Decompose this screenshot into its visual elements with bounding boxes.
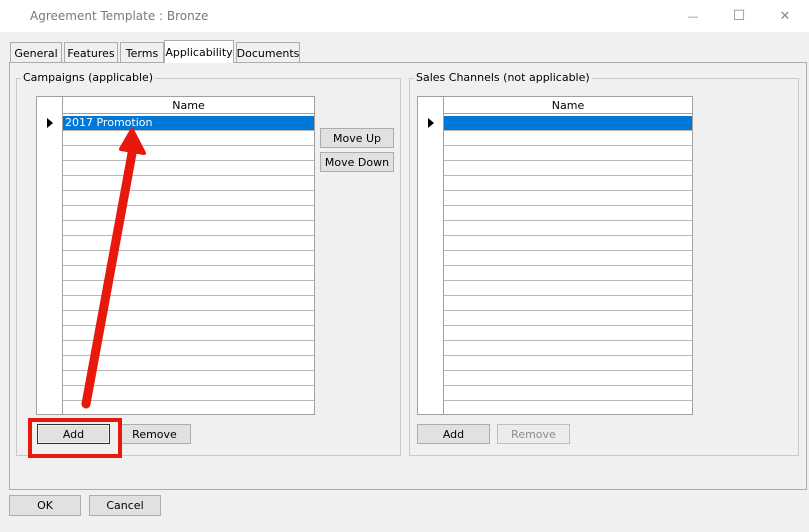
close-icon: ✕ <box>779 8 791 24</box>
sales-channels-table-row[interactable] <box>444 386 692 401</box>
campaigns-table-row[interactable] <box>63 401 314 414</box>
campaigns-table-row[interactable] <box>63 386 314 401</box>
tab-features[interactable]: Features <box>64 42 118 63</box>
campaigns-table-row[interactable] <box>63 251 314 266</box>
campaigns-table-row[interactable] <box>63 266 314 281</box>
move-up-button[interactable]: Move Up <box>320 128 394 148</box>
row-pointer-icon <box>47 118 53 128</box>
campaigns-grid[interactable]: Name 2017 Promotion <box>36 96 315 415</box>
campaigns-table-row[interactable] <box>63 236 314 251</box>
window-title: Agreement Template : Bronze <box>30 9 209 23</box>
move-down-button[interactable]: Move Down <box>320 152 394 172</box>
sales-channels-table-row[interactable] <box>444 206 692 221</box>
campaigns-legend: Campaigns (applicable) <box>21 71 156 84</box>
campaigns-table-row[interactable] <box>63 311 314 326</box>
campaigns-name-column-header[interactable]: Name <box>63 97 314 114</box>
sales-channels-table-row[interactable] <box>444 311 692 326</box>
sales-channels-name-column-header[interactable]: Name <box>444 97 692 114</box>
title-bar: Agreement Template : Bronze — ☐ ✕ <box>0 0 809 32</box>
minimize-icon: — <box>687 9 699 23</box>
sales-channels-table-row[interactable] <box>444 251 692 266</box>
sales-channels-remove-button[interactable]: Remove <box>497 424 570 444</box>
maximize-button[interactable]: ☐ <box>716 0 762 32</box>
campaigns-table-row[interactable] <box>63 131 314 146</box>
sales-channels-legend: Sales Channels (not applicable) <box>414 71 592 84</box>
campaigns-table-row[interactable] <box>63 326 314 341</box>
sales-channels-table-row[interactable] <box>444 161 692 176</box>
row-pointer-icon <box>428 118 434 128</box>
campaigns-table-row[interactable] <box>63 371 314 386</box>
sales-channels-table-row[interactable] <box>444 296 692 311</box>
campaigns-table-row[interactable] <box>63 191 314 206</box>
sales-channels-table-row[interactable] <box>444 146 692 161</box>
campaigns-table-row[interactable] <box>63 281 314 296</box>
campaigns-remove-button[interactable]: Remove <box>118 424 191 444</box>
minimize-button[interactable]: — <box>670 0 716 32</box>
campaigns-table-row[interactable] <box>63 206 314 221</box>
sales-channels-table-row[interactable] <box>444 131 692 146</box>
campaigns-table-row[interactable] <box>63 221 314 236</box>
annotation-highlight-box <box>28 418 122 458</box>
campaigns-table-row[interactable] <box>63 296 314 311</box>
sales-channels-table-row[interactable] <box>444 191 692 206</box>
sales-channels-table-row[interactable] <box>444 281 692 296</box>
sales-channels-add-button[interactable]: Add <box>417 424 490 444</box>
close-button[interactable]: ✕ <box>762 0 808 32</box>
ok-button[interactable]: OK <box>9 495 81 516</box>
tab-documents[interactable]: Documents <box>236 42 300 63</box>
sales-channels-table-row[interactable] <box>444 236 692 251</box>
maximize-icon: ☐ <box>732 8 746 24</box>
campaigns-table-row[interactable] <box>63 176 314 191</box>
sales-channels-table-row[interactable] <box>444 341 692 356</box>
sales-channels-table-row[interactable] <box>444 371 692 386</box>
campaigns-name-cell: 2017 Promotion <box>65 116 153 129</box>
campaigns-table-row[interactable] <box>63 161 314 176</box>
campaigns-table-row[interactable]: 2017 Promotion <box>63 116 314 131</box>
sales-channels-table-row[interactable] <box>444 401 692 414</box>
campaigns-table-row[interactable] <box>63 356 314 371</box>
tab-terms[interactable]: Terms <box>120 42 164 63</box>
sales-channels-table-row[interactable] <box>444 356 692 371</box>
sales-channels-table-row[interactable] <box>444 326 692 341</box>
tab-applicability[interactable]: Applicability <box>164 40 234 63</box>
sales-channels-table-row[interactable] <box>444 266 692 281</box>
cancel-button[interactable]: Cancel <box>89 495 161 516</box>
campaigns-table-row[interactable] <box>63 341 314 356</box>
sales-channels-table-row[interactable] <box>444 116 692 131</box>
tab-general[interactable]: General <box>10 42 62 63</box>
sales-channels-grid[interactable]: Name <box>417 96 693 415</box>
campaigns-table-row[interactable] <box>63 146 314 161</box>
sales-channels-table-row[interactable] <box>444 176 692 191</box>
sales-channels-table-row[interactable] <box>444 221 692 236</box>
